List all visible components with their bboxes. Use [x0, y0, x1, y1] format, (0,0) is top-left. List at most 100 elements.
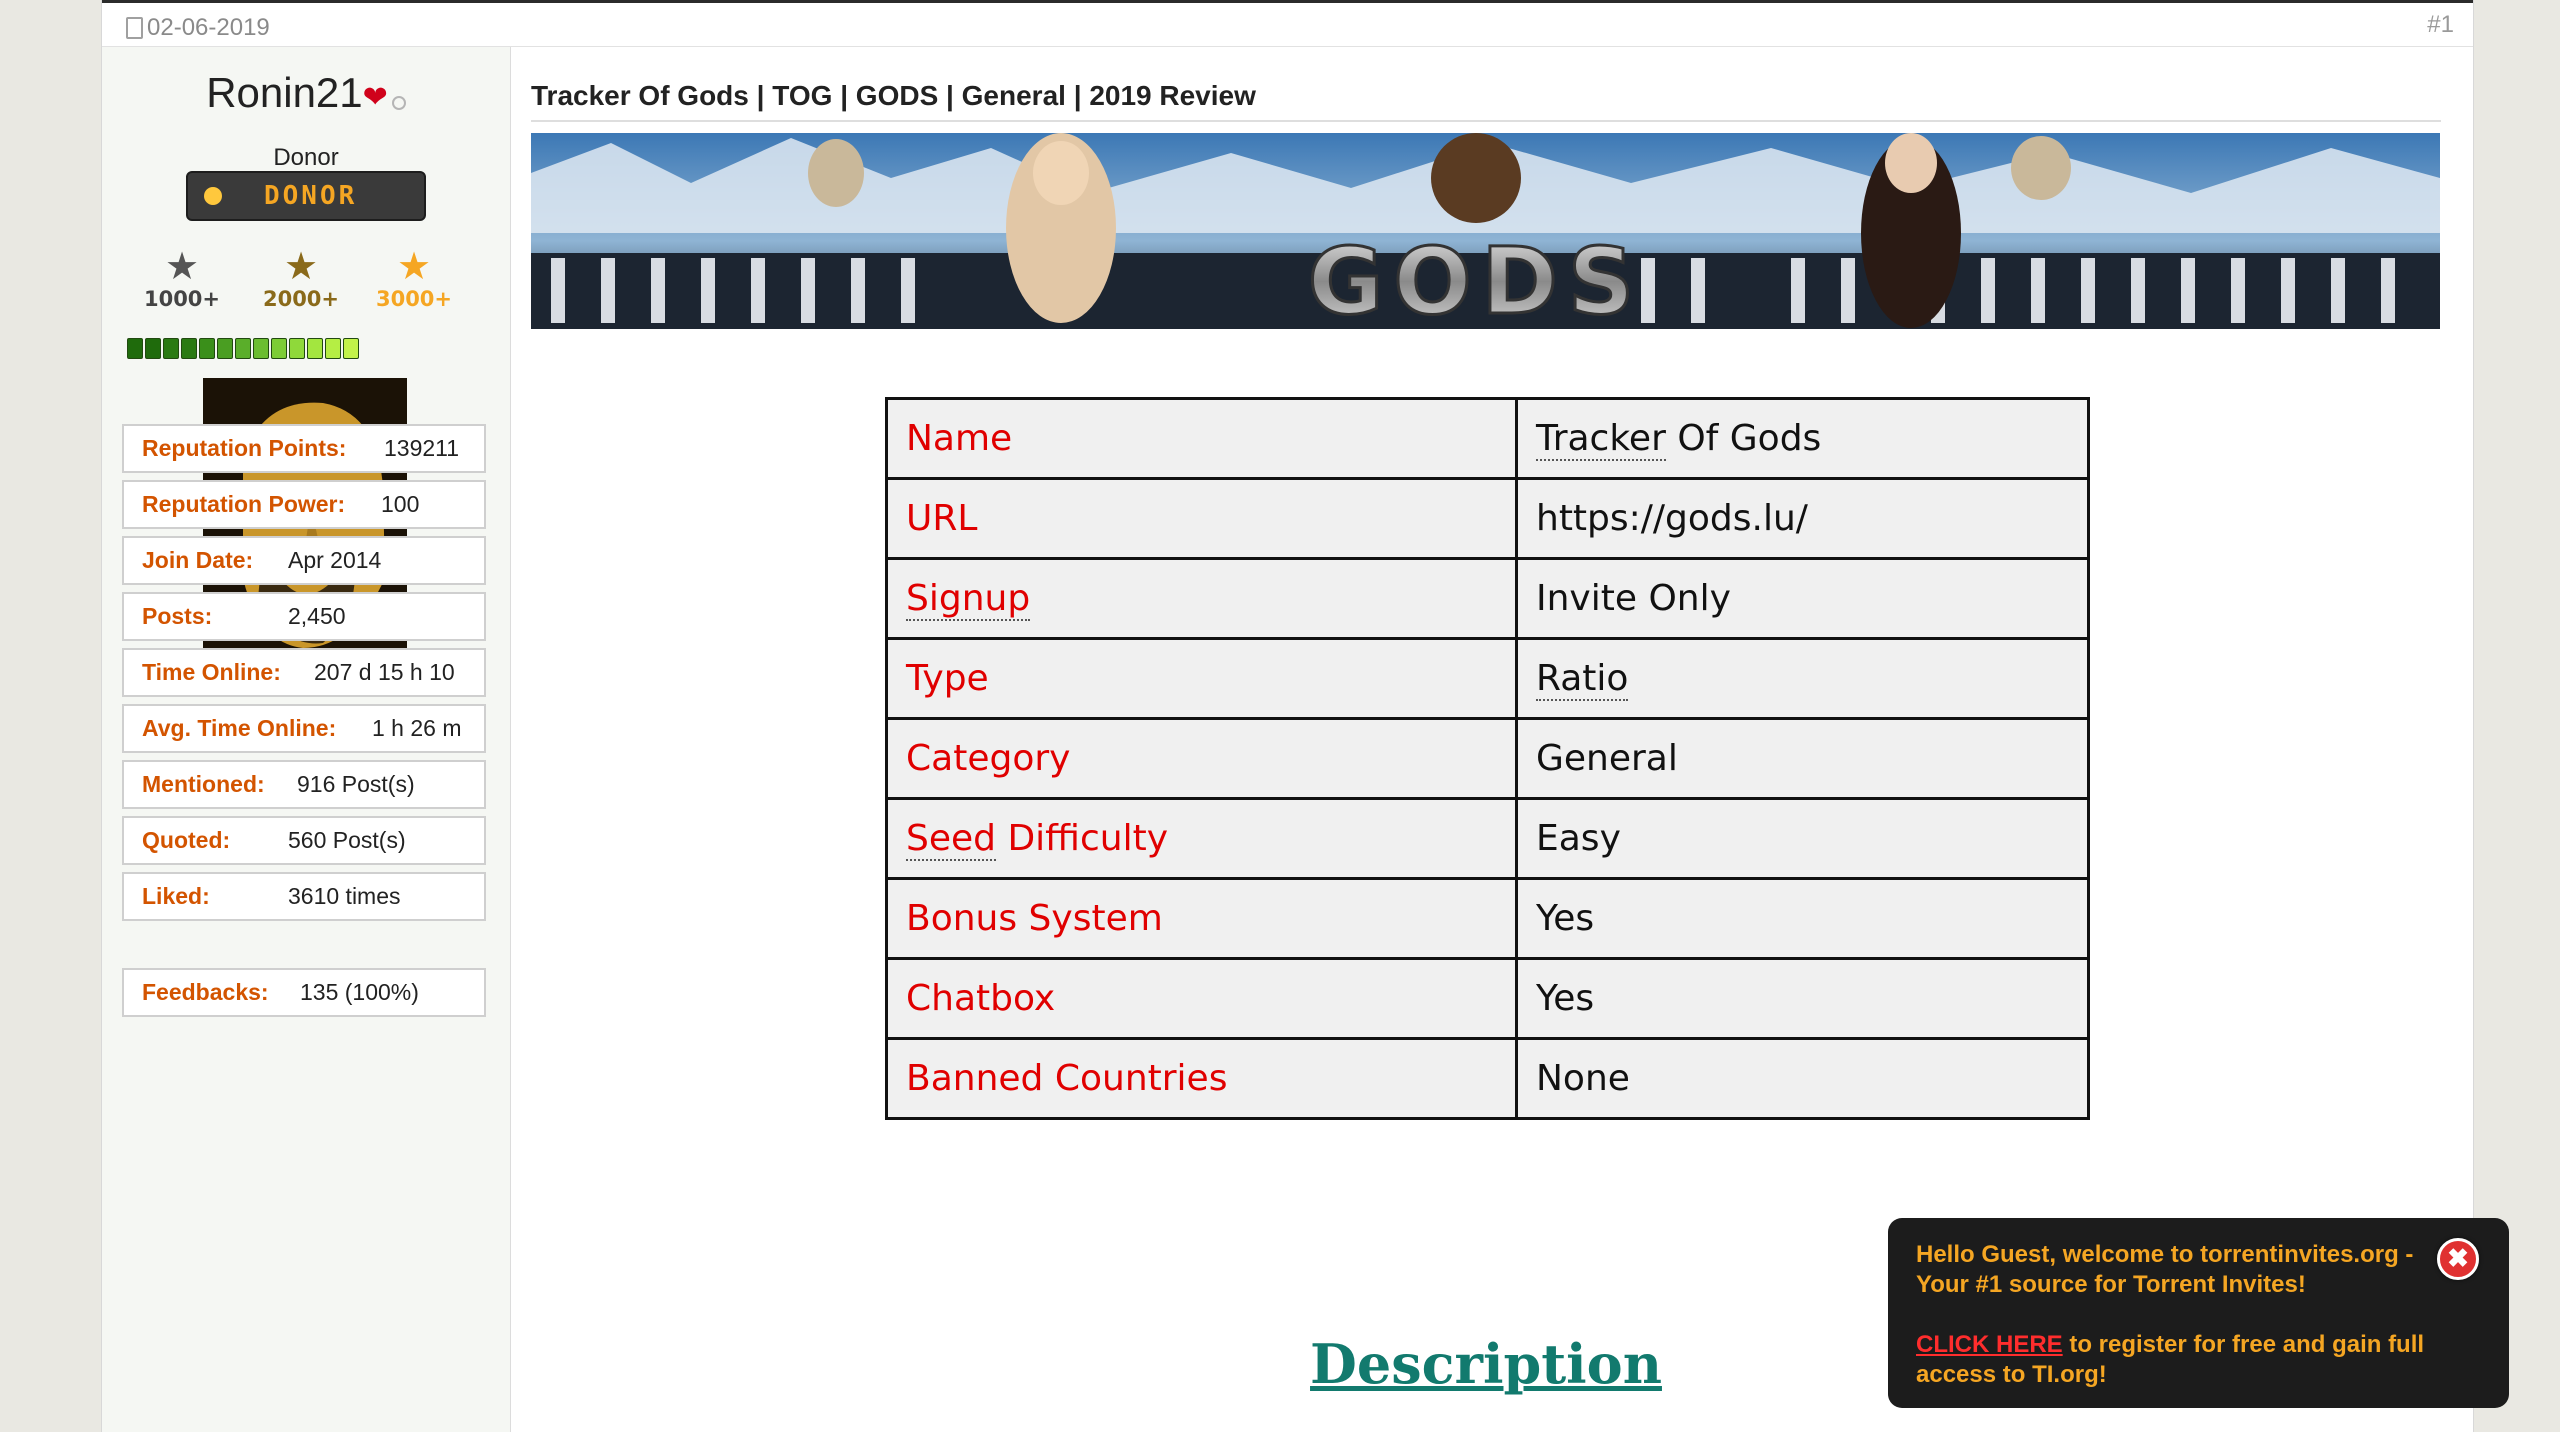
donor-badge: DONOR: [186, 171, 426, 221]
seed-term-link[interactable]: Seed: [906, 818, 996, 861]
table-row: Name Tracker Of Gods: [885, 397, 2090, 480]
stat-key: Reputation Power:: [142, 491, 346, 517]
stat-value: 207 d 15 h 10: [314, 659, 455, 685]
award-label: 3000+: [375, 287, 453, 311]
stat-value: 100: [381, 491, 420, 517]
row-key: Bonus System: [885, 877, 1518, 960]
stat-join-date: Join Date: Apr 2014: [122, 536, 486, 585]
stat-avg-time-online: Avg. Time Online: 1 h 26 m: [122, 704, 486, 753]
stat-time-online: Time Online: 207 d 15 h 10: [122, 648, 486, 697]
tracker-term-link[interactable]: Tracker: [1536, 418, 1666, 461]
row-value: General: [1515, 717, 2090, 800]
stat-key: Join Date:: [142, 547, 254, 573]
username-link[interactable]: Ronin21: [206, 69, 362, 116]
row-value: Invite Only: [1515, 557, 2090, 640]
guest-welcome-popup: Hello Guest, welcome to torrentinvites.o…: [1888, 1218, 2509, 1408]
row-value: Yes: [1515, 877, 2090, 960]
reputation-segment: [217, 338, 233, 359]
star-icon: ★: [396, 246, 432, 288]
stat-value: 139211: [384, 435, 460, 461]
stat-value: 560 Post(s): [288, 827, 406, 853]
stat-key: Liked:: [142, 883, 210, 909]
reputation-segment: [181, 338, 197, 359]
award-label: 2000+: [262, 287, 340, 311]
row-value: https://gods.lu/: [1515, 477, 2090, 560]
reputation-segment: [307, 338, 323, 359]
stat-key: Time Online:: [142, 659, 281, 685]
stat-reputation-power: Reputation Power: 100: [122, 480, 486, 529]
stat-feedbacks[interactable]: Feedbacks: 135 (100%): [122, 968, 486, 1017]
user-title: Donor: [273, 144, 339, 171]
row-key: Name: [885, 397, 1518, 480]
star-icon: ★: [164, 246, 200, 288]
reputation-segment: [199, 338, 215, 359]
row-key: Seed Difficulty: [885, 797, 1518, 880]
table-row: Category General: [885, 717, 2090, 800]
stat-value: 1 h 26 m: [372, 715, 462, 741]
stat-key: Feedbacks:: [142, 979, 269, 1005]
reputation-segment: [343, 338, 359, 359]
donor-badge-label: DONOR: [264, 181, 358, 211]
row-value: Yes: [1515, 957, 2090, 1040]
stat-key: Mentioned:: [142, 771, 265, 797]
post-header-bar: 02-06-2019 #1: [102, 3, 2473, 47]
table-row: Banned Countries None: [885, 1037, 2090, 1120]
reputation-segment: [253, 338, 269, 359]
stat-key: Quoted:: [142, 827, 231, 853]
post-number-link[interactable]: #1: [2427, 11, 2454, 39]
row-value: Easy: [1515, 797, 2090, 880]
reputation-segment: [145, 338, 161, 359]
stat-key: Posts:: [142, 603, 213, 629]
star-icon: ★: [283, 246, 319, 288]
award-1000: ★ 1000+: [142, 247, 222, 311]
table-row: Chatbox Yes: [885, 957, 2090, 1040]
tracker-info-table: Name Tracker Of Gods URL https://gods.lu…: [885, 397, 2090, 1120]
table-row: Type Ratio: [885, 637, 2090, 720]
stat-value: 916 Post(s): [297, 771, 415, 797]
register-link[interactable]: CLICK HERE: [1916, 1331, 2063, 1358]
stat-value: 2,450: [288, 603, 346, 629]
post-date-text: 02-06-2019: [147, 14, 270, 41]
row-key: Type: [885, 637, 1518, 720]
reputation-segment: [325, 338, 341, 359]
reputation-segment: [163, 338, 179, 359]
row-key: Banned Countries: [885, 1037, 1518, 1120]
heart-icon: ❤: [362, 81, 388, 114]
stat-key: Reputation Points:: [142, 435, 347, 461]
award-2000: ★ 2000+: [261, 247, 341, 311]
row-key: URL: [885, 477, 1518, 560]
post-count-awards: ★ 1000+ ★ 2000+ ★ 3000+: [142, 247, 482, 317]
stat-posts: Posts: 2,450: [122, 592, 486, 641]
award-label: 1000+: [143, 287, 221, 311]
post-document-icon: [126, 17, 143, 39]
table-row: Signup Invite Only: [885, 557, 2090, 640]
stat-key: Avg. Time Online:: [142, 715, 337, 741]
reputation-segment: [235, 338, 251, 359]
post-date: 02-06-2019: [126, 14, 270, 42]
stat-reputation-points: Reputation Points: 139211: [122, 424, 486, 473]
row-value: None: [1515, 1037, 2090, 1120]
reputation-segment: [271, 338, 287, 359]
signup-term-link[interactable]: Signup: [906, 578, 1031, 621]
gods-banner-image: GODS: [531, 133, 2440, 329]
popup-welcome-text: Hello Guest, welcome to torrentinvites.o…: [1916, 1241, 2414, 1298]
row-value: Ratio: [1515, 637, 2090, 720]
row-key: Category: [885, 717, 1518, 800]
award-3000: ★ 3000+: [374, 247, 454, 311]
username-row: Ronin21❤: [102, 69, 510, 117]
close-icon[interactable]: ✖: [2437, 1238, 2479, 1280]
post-title: Tracker Of Gods | TOG | GODS | General |…: [531, 80, 2441, 122]
ratio-term-link[interactable]: Ratio: [1536, 658, 1629, 701]
stat-liked: Liked: 3610 times: [122, 872, 486, 921]
stat-value: 3610 times: [288, 883, 401, 909]
stat-value: Apr 2014: [288, 547, 382, 573]
popup-register-text: CLICK HERE to register for free and gain…: [1916, 1330, 2481, 1390]
row-value: Tracker Of Gods: [1515, 397, 2090, 480]
reputation-bar: [127, 338, 359, 359]
table-row: URL https://gods.lu/: [885, 477, 2090, 560]
user-info-column: Ronin21❤ Donor DONOR ★ 1000+ ★ 2000+ ★ 3…: [102, 47, 511, 1432]
stat-value[interactable]: 135 (100%): [300, 979, 419, 1006]
banner-logo-text: GODS: [1308, 228, 1644, 329]
table-row: Bonus System Yes: [885, 877, 2090, 960]
stat-quoted: Quoted: 560 Post(s): [122, 816, 486, 865]
